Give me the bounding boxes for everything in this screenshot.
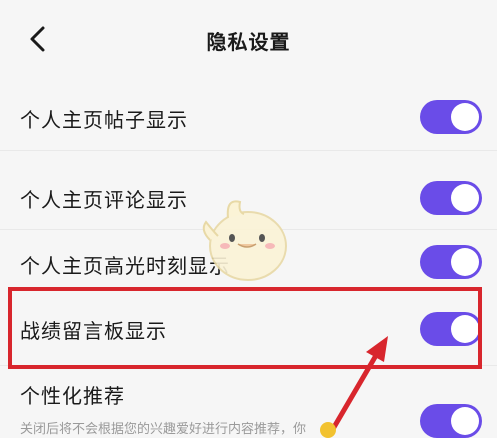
highlight-box (8, 287, 482, 369)
setting-label: 个人主页评论显示 (20, 188, 188, 212)
setting-label: 个人主页帖子显示 (20, 108, 188, 132)
arrow-icon (327, 336, 388, 434)
toggle-knob (451, 184, 479, 212)
toggle-knob (451, 248, 479, 276)
mascot-watermark-icon (202, 200, 287, 281)
toggle-knob (451, 407, 479, 435)
setting-description: 关闭后将不会根据您的兴趣爱好进行内容推荐，你 (20, 422, 307, 437)
setting-row-personalized: 个性化推荐 关闭后将不会根据您的兴趣爱好进行内容推荐，你 (0, 366, 497, 438)
personalized-toggle[interactable] (420, 404, 482, 438)
top-bar: 隐私设置 (0, 0, 497, 84)
page-title: 隐私设置 (206, 30, 291, 54)
cursor-indicator-icon (320, 422, 336, 438)
toggle-knob (451, 103, 479, 131)
setting-row-posts: 个人主页帖子显示 (0, 84, 497, 150)
comments-toggle[interactable] (420, 181, 482, 215)
highlights-toggle[interactable] (420, 245, 482, 279)
setting-label: 个性化推荐 (20, 384, 125, 408)
posts-toggle[interactable] (420, 100, 482, 134)
